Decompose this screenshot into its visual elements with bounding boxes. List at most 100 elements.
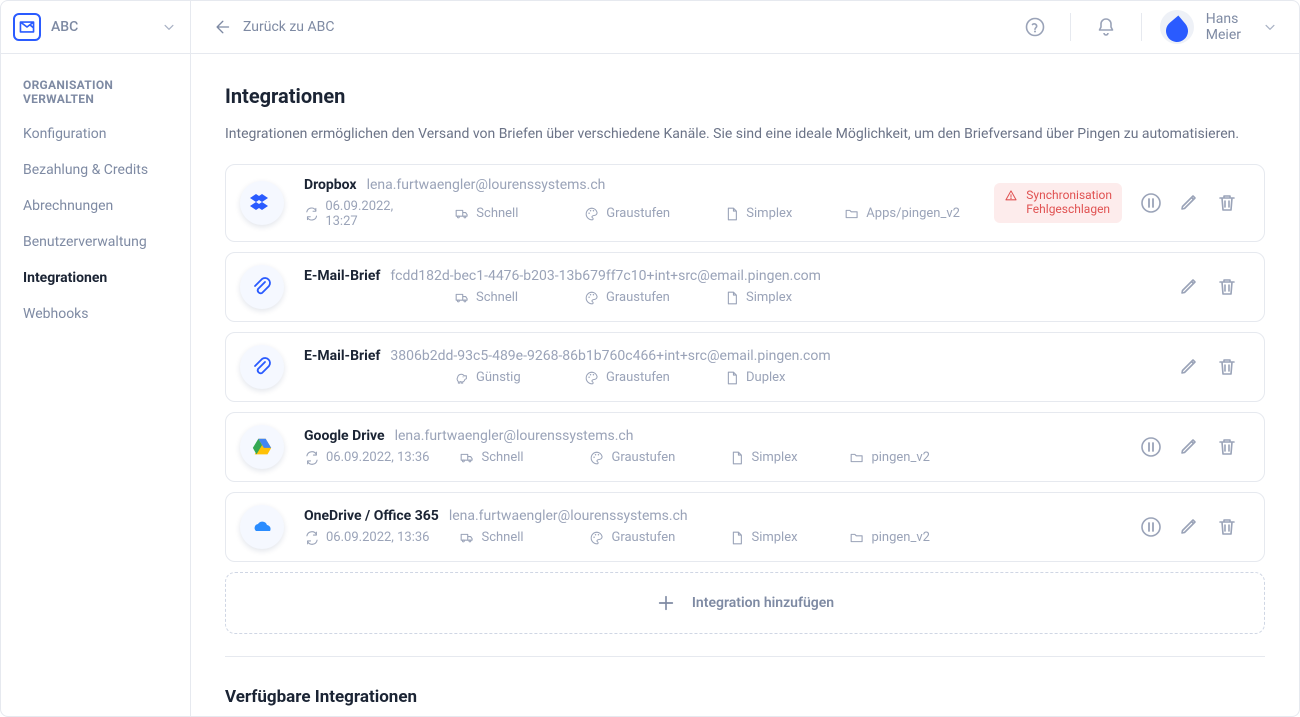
refresh-icon (304, 206, 319, 222)
edit-button[interactable] (1174, 512, 1204, 542)
integration-subtitle: 3806b2dd-93c5-489e-9268-86b1b760c466+int… (390, 348, 830, 364)
divider (1070, 13, 1071, 41)
delete-button[interactable] (1212, 272, 1242, 302)
delete-button[interactable] (1212, 432, 1242, 462)
dropbox-icon (240, 181, 284, 225)
color-mode: Graustufen (584, 199, 694, 229)
sync-time: 06.09.2022, 13:36 (304, 450, 429, 466)
arrow-left-icon (213, 18, 231, 36)
pause-button[interactable] (1136, 432, 1166, 462)
integration-title: OneDrive / Office 365 (304, 508, 439, 524)
folder-icon (849, 530, 865, 546)
divider (1141, 13, 1142, 41)
edit-button[interactable] (1174, 188, 1204, 218)
sync-time: 06.09.2022, 13:36 (304, 530, 429, 546)
integration-title: E-Mail-Brief (304, 348, 380, 364)
color-mode: Graustufen (589, 450, 699, 466)
status-badge: Synchronisation Fehlgeschlagen (994, 183, 1122, 223)
back-label: Zurück zu ABC (243, 19, 334, 35)
integration-row: E-Mail-Brief 3806b2dd-93c5-489e-9268-86b… (225, 332, 1265, 402)
warning-icon (1004, 189, 1018, 203)
folder-icon (844, 206, 860, 222)
delete-button[interactable] (1212, 352, 1242, 382)
truck-icon (459, 530, 475, 546)
content: Integrationen Integrationen ermöglichen … (191, 54, 1299, 716)
document-icon (724, 370, 740, 386)
org-name: ABC (51, 19, 152, 35)
onedrive-icon (240, 505, 284, 549)
color-mode: Graustufen (584, 370, 694, 386)
palette-icon (584, 370, 600, 386)
sidebar-item-konfiguration[interactable]: Konfiguration (1, 116, 190, 152)
delete-button[interactable] (1212, 188, 1242, 218)
truck-icon (454, 206, 470, 222)
edit-button[interactable] (1174, 272, 1204, 302)
document-icon (724, 290, 740, 306)
color-mode: Graustufen (584, 290, 694, 306)
integration-subtitle: fcdd182d-bec1-4476-b203-13b679ff7c10+int… (390, 268, 821, 284)
add-integration-button[interactable]: Integration hinzufügen (225, 572, 1265, 634)
delivery-speed: Günstig (454, 370, 554, 386)
document-icon (724, 206, 740, 222)
edit-button[interactable] (1174, 432, 1204, 462)
chevron-down-icon (162, 20, 176, 34)
org-switcher[interactable]: ABC (1, 1, 190, 54)
folder-icon (849, 450, 865, 466)
palette-icon (589, 450, 605, 466)
pause-button[interactable] (1136, 512, 1166, 542)
sync-time: 06.09.2022, 13:27 (304, 199, 424, 229)
available-integrations-title: Verfügbare Integrationen (225, 687, 1265, 707)
document-icon (729, 450, 745, 466)
folder-path: pingen_v2 (849, 530, 979, 546)
integration-row: Google Drive lena.furtwaengler@lourenssy… (225, 412, 1265, 482)
color-mode: Graustufen (589, 530, 699, 546)
edit-button[interactable] (1174, 352, 1204, 382)
integration-subtitle: lena.furtwaengler@lourenssystems.ch (367, 177, 606, 193)
sidebar-item-benutzerverwaltung[interactable]: Benutzerverwaltung (1, 224, 190, 260)
delivery-speed: Schnell (454, 199, 554, 229)
folder-path: pingen_v2 (849, 450, 979, 466)
gdrive-icon (240, 425, 284, 469)
truck-icon (459, 450, 475, 466)
sidebar-item-abrechnungen[interactable]: Abrechnungen (1, 188, 190, 224)
integration-title: Google Drive (304, 428, 385, 444)
palette-icon (584, 206, 600, 222)
notifications-button[interactable] (1089, 10, 1123, 44)
delivery-speed: Schnell (459, 530, 559, 546)
back-button[interactable]: Zurück zu ABC (213, 18, 334, 36)
refresh-icon (304, 530, 320, 546)
integration-row: OneDrive / Office 365 lena.furtwaengler@… (225, 492, 1265, 562)
palette-icon (584, 290, 600, 306)
delete-button[interactable] (1212, 512, 1242, 542)
user-menu[interactable]: Hans Meier (1160, 10, 1277, 44)
sidebar-item-integrationen[interactable]: Integrationen (1, 260, 190, 296)
truck-icon (454, 290, 470, 306)
sidebar-item-webhooks[interactable]: Webhooks (1, 296, 190, 332)
page-title: Integrationen (225, 84, 1265, 108)
add-integration-label: Integration hinzufügen (692, 595, 834, 611)
sidebar-item-bezahlung-credits[interactable]: Bezahlung & Credits (1, 152, 190, 188)
divider (225, 656, 1265, 657)
palette-icon (589, 530, 605, 546)
avatar (1160, 10, 1194, 44)
plus-icon (656, 593, 676, 613)
pause-button[interactable] (1136, 188, 1166, 218)
delivery-speed: Schnell (454, 290, 554, 306)
refresh-icon (304, 450, 320, 466)
app-logo-icon (13, 13, 41, 41)
page-description: Integrationen ermöglichen den Versand vo… (225, 126, 1265, 142)
help-button[interactable] (1018, 10, 1052, 44)
plex-mode: Simplex (729, 450, 819, 466)
piggy-icon (454, 370, 470, 386)
sidebar: ABC ORGANISATION VERWALTEN Konfiguration… (1, 1, 191, 716)
integration-subtitle: lena.furtwaengler@lourenssystems.ch (449, 508, 688, 524)
integration-title: E-Mail-Brief (304, 268, 380, 284)
integration-subtitle: lena.furtwaengler@lourenssystems.ch (395, 428, 634, 444)
delivery-speed: Schnell (459, 450, 559, 466)
integration-row: E-Mail-Brief fcdd182d-bec1-4476-b203-13b… (225, 252, 1265, 322)
plex-mode: Simplex (729, 530, 819, 546)
sidebar-section-title: ORGANISATION VERWALTEN (1, 54, 190, 116)
integration-title: Dropbox (304, 177, 357, 193)
user-name: Hans Meier (1206, 11, 1241, 43)
plex-mode: Simplex (724, 199, 814, 229)
